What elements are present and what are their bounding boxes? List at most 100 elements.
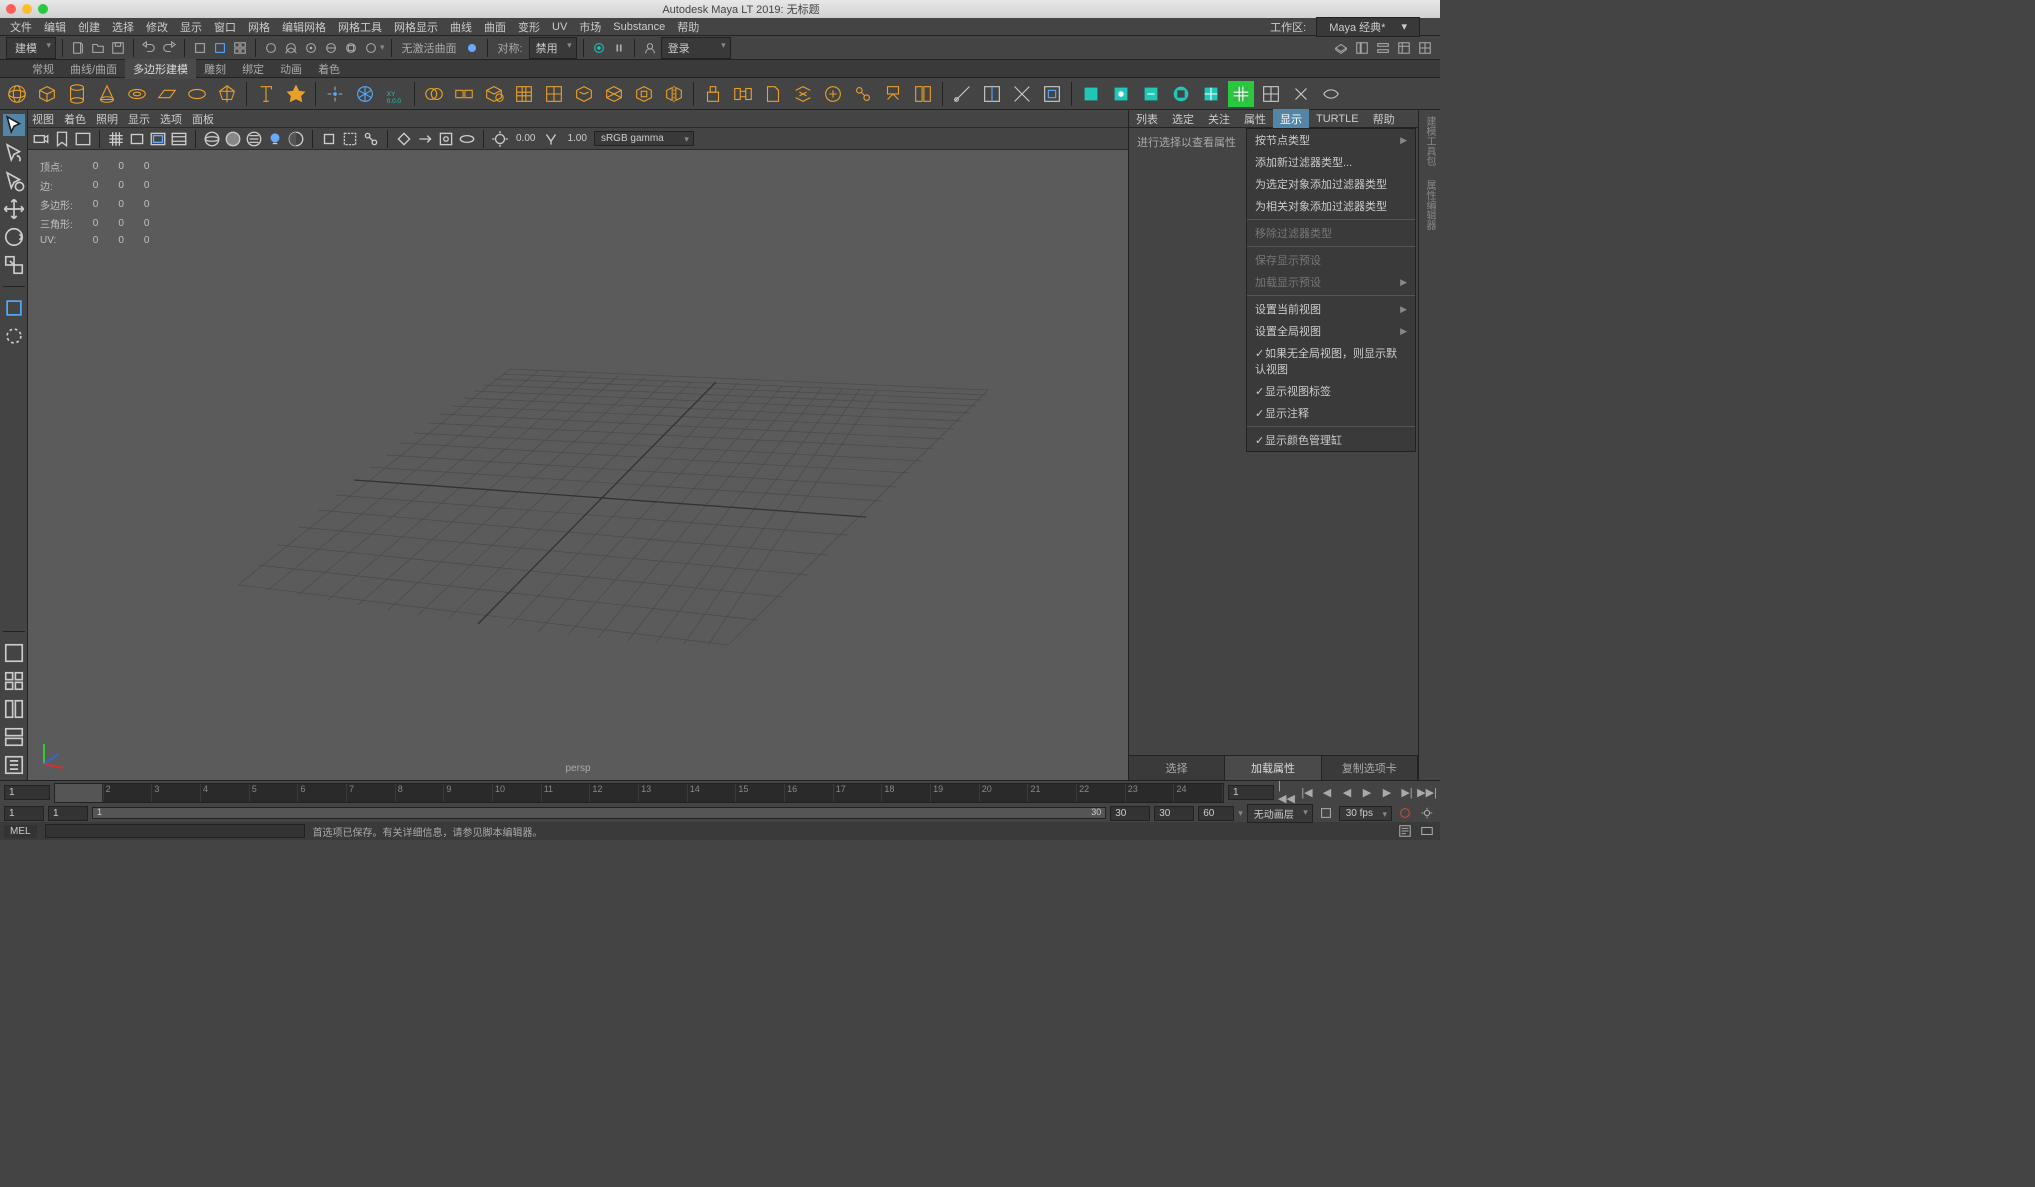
menu-item[interactable]: 为相关对象添加过滤器类型 <box>1247 195 1415 217</box>
xray-icon[interactable] <box>341 130 359 148</box>
spin-edge-icon[interactable] <box>1108 81 1134 107</box>
tool-settings-icon[interactable] <box>1374 39 1392 57</box>
merge-icon[interactable] <box>820 81 846 107</box>
menu-mesh[interactable]: 网格 <box>242 19 276 35</box>
menu-item[interactable]: ✓如果无全局视图，则显示默认视图 <box>1247 342 1415 380</box>
shelf-tab-curves[interactable]: 曲线/曲面 <box>62 59 125 79</box>
panel-menu-display[interactable]: 显示 <box>128 111 150 127</box>
range-bar[interactable] <box>93 808 1105 818</box>
menu-item[interactable]: ✓显示视图标签 <box>1247 380 1415 402</box>
panel-menu-panels[interactable]: 面板 <box>192 111 214 127</box>
snap-view-icon[interactable] <box>362 39 380 57</box>
average-icon[interactable] <box>1198 81 1224 107</box>
outliner-icon[interactable] <box>1332 39 1350 57</box>
open-scene-icon[interactable] <box>89 39 107 57</box>
step-back-key-icon[interactable]: |◀ <box>1298 784 1316 802</box>
film-gate-icon[interactable] <box>128 130 146 148</box>
colorspace-dropdown[interactable]: sRGB gamma <box>594 131 694 146</box>
range-inner-start[interactable]: 1 <box>48 806 88 821</box>
menu-uv[interactable]: UV <box>546 21 573 33</box>
fill-hole-icon[interactable] <box>1168 81 1194 107</box>
menu-item[interactable]: 按节点类型▶ <box>1247 129 1415 151</box>
menu-substance[interactable]: Substance <box>607 21 671 33</box>
scale-tool-icon[interactable] <box>3 254 25 276</box>
poly-disc-icon[interactable] <box>184 81 210 107</box>
pivot-icon[interactable] <box>322 81 348 107</box>
pref-icon[interactable] <box>1418 804 1436 822</box>
isolate-icon[interactable] <box>320 130 338 148</box>
menu-item[interactable]: 设置全局视图▶ <box>1247 320 1415 342</box>
quadrangulate-icon[interactable] <box>631 81 657 107</box>
triangulate-icon[interactable] <box>601 81 627 107</box>
lasso-tool-icon[interactable] <box>3 142 25 164</box>
layout-two-h-icon[interactable] <box>3 698 25 720</box>
playhead[interactable] <box>55 784 102 802</box>
resolution-gate-icon[interactable] <box>149 130 167 148</box>
goto-start-icon[interactable]: |◀◀ <box>1278 784 1296 802</box>
subdivide-icon[interactable] <box>541 81 567 107</box>
move-tool-icon[interactable] <box>3 198 25 220</box>
textured-icon[interactable] <box>245 130 263 148</box>
menu-modify[interactable]: 修改 <box>140 19 174 35</box>
shelf-tab-polymodel[interactable]: 多边形建模 <box>125 59 196 79</box>
step-fwd-key-icon[interactable]: ▶| <box>1398 784 1416 802</box>
collapse-icon[interactable] <box>880 81 906 107</box>
play-back-icon[interactable]: ◀ <box>1338 784 1356 802</box>
poly-plane-icon[interactable] <box>154 81 180 107</box>
anim-layer-icon[interactable] <box>1317 804 1335 822</box>
shelf-tab-animation[interactable]: 动画 <box>272 59 310 79</box>
wireframe-icon[interactable] <box>203 130 221 148</box>
combine-icon[interactable] <box>421 81 447 107</box>
ae-tab-list[interactable]: 列表 <box>1129 109 1165 129</box>
offset-edge-icon[interactable] <box>1039 81 1065 107</box>
poly-platonic-icon[interactable] <box>214 81 240 107</box>
shelf-tab-general[interactable]: 常规 <box>24 59 62 79</box>
paint-select-tool-icon[interactable] <box>3 170 25 192</box>
chevron-down-icon[interactable]: ▾ <box>380 42 385 53</box>
menu-meshtools[interactable]: 网格工具 <box>332 19 388 35</box>
menu-editmesh[interactable]: 编辑网格 <box>276 19 332 35</box>
panel-menu-shading[interactable]: 着色 <box>64 111 86 127</box>
extrude-icon[interactable] <box>700 81 726 107</box>
detach-icon[interactable] <box>910 81 936 107</box>
layout-two-v-icon[interactable] <box>3 726 25 748</box>
shaded-icon[interactable] <box>224 130 242 148</box>
menu-meshdisplay[interactable]: 网格显示 <box>388 19 444 35</box>
current-frame-end[interactable]: 1 <box>1228 785 1274 800</box>
menu-display[interactable]: 显示 <box>174 19 208 35</box>
select-hierarchy-icon[interactable] <box>191 39 209 57</box>
lock-icon[interactable] <box>1424 21 1436 33</box>
menu-item[interactable]: ✓显示颜色管理缸 <box>1247 429 1415 451</box>
step-fwd-icon[interactable]: ▶ <box>1378 784 1396 802</box>
motion-blur-icon[interactable] <box>416 130 434 148</box>
circularize-icon[interactable] <box>1078 81 1104 107</box>
save-scene-icon[interactable] <box>109 39 127 57</box>
menu-help[interactable]: 帮助 <box>671 19 705 35</box>
range-inner-end[interactable]: 30 <box>1110 806 1150 821</box>
ae-btn-copy[interactable]: 复制选项卡 <box>1322 756 1418 780</box>
camera-select-icon[interactable] <box>32 130 50 148</box>
autokey-icon[interactable] <box>1396 804 1414 822</box>
select-tool-icon[interactable] <box>3 114 25 136</box>
multisample-icon[interactable] <box>437 130 455 148</box>
boolean-union-icon[interactable] <box>481 81 507 107</box>
freeze-icon[interactable] <box>352 81 378 107</box>
snap-point-icon[interactable] <box>302 39 320 57</box>
ae-tab-attrs[interactable]: 属性 <box>1237 109 1273 129</box>
menu-item[interactable]: 添加新过滤器类型... <box>1247 151 1415 173</box>
maximize-window-icon[interactable] <box>38 4 48 14</box>
uv-auto-icon[interactable] <box>1288 81 1314 107</box>
shadows-icon[interactable] <box>287 130 305 148</box>
poly-cube-icon[interactable] <box>34 81 60 107</box>
rotate-tool-icon[interactable] <box>3 226 25 248</box>
menu-edit[interactable]: 编辑 <box>38 19 72 35</box>
image-plane-icon[interactable] <box>74 130 92 148</box>
script-editor-icon[interactable] <box>1396 822 1414 840</box>
gamma-icon[interactable] <box>542 130 560 148</box>
menu-window[interactable]: 窗口 <box>208 19 242 35</box>
menu-create[interactable]: 创建 <box>72 19 106 35</box>
reset-xform-icon[interactable]: XY0.0.0 <box>382 81 408 107</box>
channel-box-icon[interactable] <box>1353 39 1371 57</box>
bevel-icon[interactable] <box>760 81 786 107</box>
grid-toggle-icon[interactable] <box>107 130 125 148</box>
